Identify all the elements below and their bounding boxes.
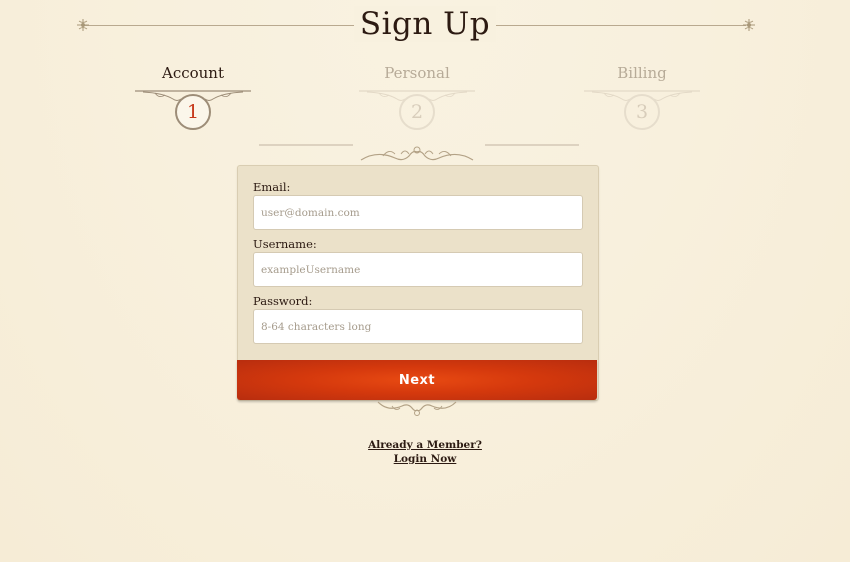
progress-steps: Account 1 Personal 2 Billing 3 (0, 60, 850, 146)
step-label: Account (161, 64, 224, 82)
step-account[interactable]: Account 1 (133, 60, 253, 130)
password-label: Password: (253, 294, 313, 308)
username-field[interactable] (253, 252, 583, 287)
step-billing[interactable]: Billing 3 (582, 60, 702, 130)
page-title: Sign Up (0, 4, 850, 44)
step-label: Billing (617, 64, 667, 82)
login-now-link[interactable]: Login Now (394, 452, 457, 466)
scroll-ornament-icon (360, 146, 474, 161)
step-number: 1 (175, 94, 211, 130)
scroll-ornament-icon (377, 401, 457, 416)
step-number: 3 (624, 94, 660, 130)
page-header: Sign Up (0, 0, 850, 52)
page-title-text: Sign Up (353, 6, 497, 42)
step-personal[interactable]: Personal 2 (357, 60, 477, 130)
password-field[interactable] (253, 309, 583, 344)
already-member-link[interactable]: Already a Member? (368, 438, 482, 452)
login-prompt: Already a Member? Login Now (0, 438, 850, 466)
signup-form-panel: Email: Username: Password: Next (237, 165, 599, 401)
email-field[interactable] (253, 195, 583, 230)
step-connector (485, 144, 579, 146)
next-button[interactable]: Next (237, 360, 597, 400)
email-label: Email: (253, 180, 291, 194)
step-label: Personal (384, 64, 450, 82)
step-number: 2 (399, 94, 435, 130)
username-label: Username: (253, 237, 317, 251)
step-connector (259, 144, 353, 146)
